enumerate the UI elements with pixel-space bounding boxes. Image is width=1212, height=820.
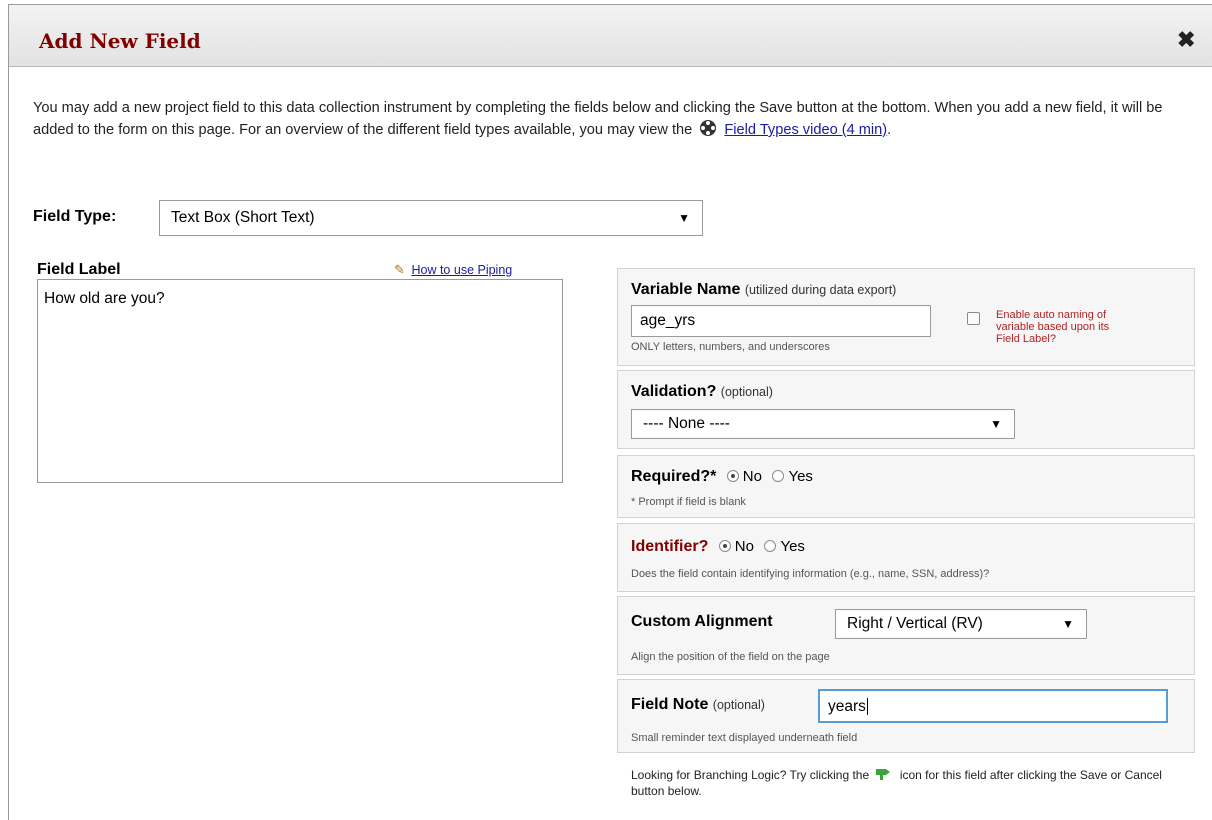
validation-heading: Validation? (optional)	[631, 383, 773, 401]
field-note-panel: Field Note (optional) years Small remind…	[617, 679, 1195, 753]
dialog-titlebar: Add New Field ✖	[9, 5, 1212, 67]
intro-text-part-2: .	[887, 122, 892, 138]
auto-naming-line-3: Field Label?	[996, 333, 1056, 345]
dialog-title: Add New Field	[39, 29, 201, 53]
variable-name-panel: Variable Name (utilized during data expo…	[617, 268, 1195, 366]
validation-select[interactable]: ---- None ---- ▼	[631, 409, 1015, 439]
required-no-label: No	[742, 468, 762, 485]
piping-help: ✎ How to use Piping	[394, 262, 512, 278]
how-to-use-piping-link[interactable]: How to use Piping	[411, 263, 512, 277]
close-icon[interactable]: ✖	[1177, 29, 1195, 51]
chevron-down-icon: ▼	[990, 417, 1002, 431]
chevron-down-icon: ▼	[678, 211, 690, 225]
intro-text-part-1: You may add a new project field to this …	[33, 100, 1163, 138]
custom-alignment-value: Right / Vertical (RV)	[847, 615, 983, 632]
auto-naming-checkbox[interactable]	[967, 312, 980, 325]
variable-name-heading-text: Variable Name	[631, 281, 741, 298]
identifier-no-label: No	[734, 538, 754, 555]
required-yes-radio[interactable]	[772, 470, 785, 482]
film-reel-icon	[700, 120, 717, 136]
required-heading: Required?* No Yes	[631, 468, 813, 486]
custom-alignment-select[interactable]: Right / Vertical (RV) ▼	[835, 609, 1087, 639]
field-type-value: Text Box (Short Text)	[171, 209, 315, 226]
branching-logic-icon	[876, 769, 891, 780]
validation-value: ---- None ----	[643, 415, 730, 432]
variable-name-hint: ONLY letters, numbers, and underscores	[631, 341, 830, 353]
auto-naming-line-1: Enable auto naming of	[996, 309, 1107, 321]
required-no-radio[interactable]	[726, 470, 739, 482]
required-heading-text: Required?*	[631, 468, 717, 485]
field-type-select[interactable]: Text Box (Short Text) ▼	[159, 200, 703, 236]
field-note-heading-note: (optional)	[712, 698, 765, 712]
variable-name-input[interactable]: age_yrs	[631, 305, 931, 337]
required-yes-label: Yes	[788, 468, 813, 485]
branching-text-part-1: Looking for Branching Logic? Try clickin…	[631, 768, 870, 782]
text-cursor	[866, 698, 868, 715]
custom-alignment-heading: Custom Alignment	[631, 613, 773, 630]
field-note-value: years	[828, 698, 866, 715]
auto-naming-label: Enable auto naming of variable based upo…	[996, 309, 1166, 345]
variable-name-heading: Variable Name (utilized during data expo…	[631, 281, 896, 299]
identifier-yes-radio[interactable]	[764, 540, 777, 552]
field-note-hint: Small reminder text displayed underneath…	[631, 732, 858, 744]
field-note-input[interactable]: years	[818, 689, 1168, 723]
identifier-panel: Identifier? No Yes Does the field contai…	[617, 523, 1195, 592]
auto-naming-line-2: variable based upon its	[996, 321, 1110, 333]
validation-heading-text: Validation?	[631, 383, 717, 400]
identifier-no-radio[interactable]	[718, 540, 731, 552]
field-note-heading-text: Field Note	[631, 696, 709, 713]
required-panel: Required?* No Yes * Prompt if field is b…	[617, 455, 1195, 518]
validation-heading-note: (optional)	[720, 385, 773, 399]
intro-text: You may add a new project field to this …	[33, 97, 1163, 141]
field-note-heading: Field Note (optional)	[631, 696, 765, 714]
identifier-heading-text: Identifier?	[631, 538, 709, 555]
custom-alignment-hint: Align the position of the field on the p…	[631, 651, 830, 663]
add-new-field-dialog: Add New Field ✖ You may add a new projec…	[8, 4, 1212, 820]
field-types-video-link[interactable]: Field Types video (4 min)	[724, 122, 887, 138]
field-label-heading: Field Label	[37, 261, 121, 278]
identifier-hint: Does the field contain identifying infor…	[631, 568, 990, 580]
identifier-yes-label: Yes	[780, 538, 805, 555]
variable-name-heading-note: (utilized during data export)	[744, 283, 897, 297]
field-type-label: Field Type:	[33, 208, 117, 225]
required-hint: * Prompt if field is blank	[631, 496, 746, 508]
field-label-textarea[interactable]: How old are you?	[37, 279, 563, 483]
pencil-icon: ✎	[394, 262, 405, 277]
identifier-heading: Identifier? No Yes	[631, 538, 805, 556]
chevron-down-icon: ▼	[1062, 617, 1074, 631]
validation-panel: Validation? (optional) ---- None ---- ▼	[617, 370, 1195, 449]
custom-alignment-panel: Custom Alignment Right / Vertical (RV) ▼…	[617, 596, 1195, 675]
branching-logic-note: Looking for Branching Logic? Try clickin…	[631, 767, 1191, 799]
